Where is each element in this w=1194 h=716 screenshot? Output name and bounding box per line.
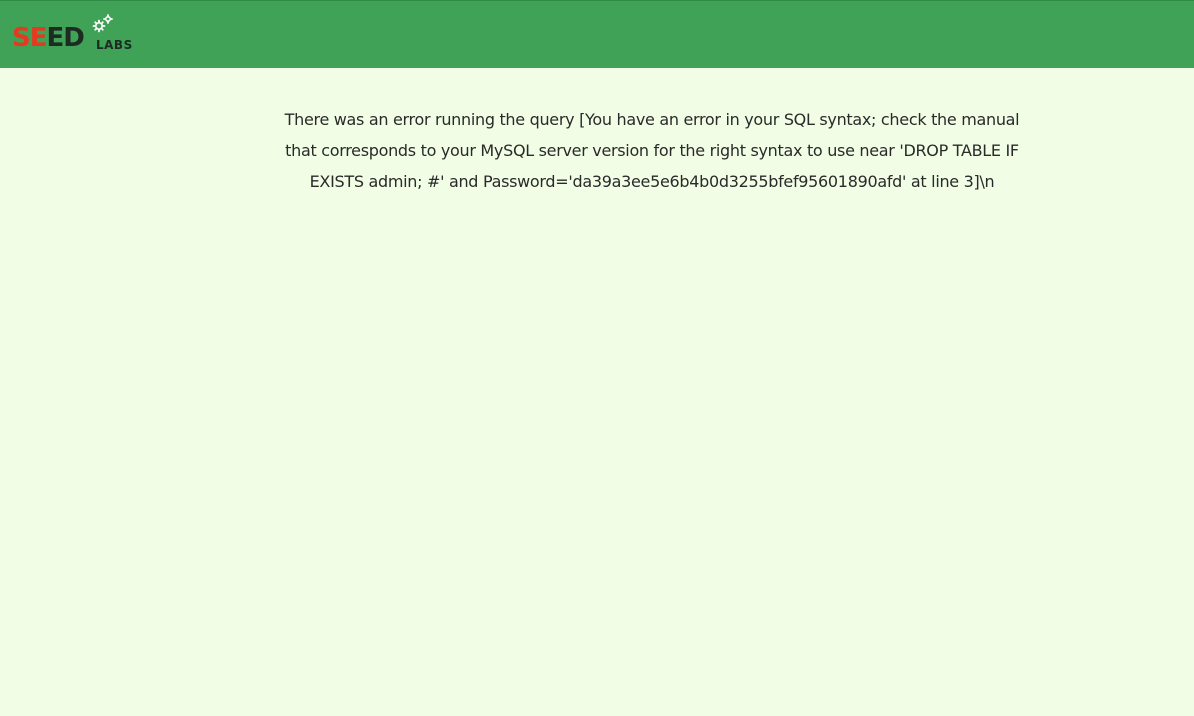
logo-seed-dark: ED — [46, 23, 85, 53]
sql-error-message: There was an error running the query [Yo… — [284, 110, 1020, 191]
logo-seed-text: SEED — [12, 23, 85, 53]
main-content: There was an error running the query [Yo… — [0, 104, 1194, 197]
logo-wordmark: SEED LABS — [12, 14, 146, 57]
logo-seed-red: SE — [12, 23, 47, 53]
top-navbar: SEED LABS — [0, 0, 1194, 68]
gears-icon — [92, 14, 113, 33]
seed-labs-logo[interactable]: SEED LABS — [12, 14, 146, 57]
logo-labs-text: LABS — [96, 38, 133, 52]
